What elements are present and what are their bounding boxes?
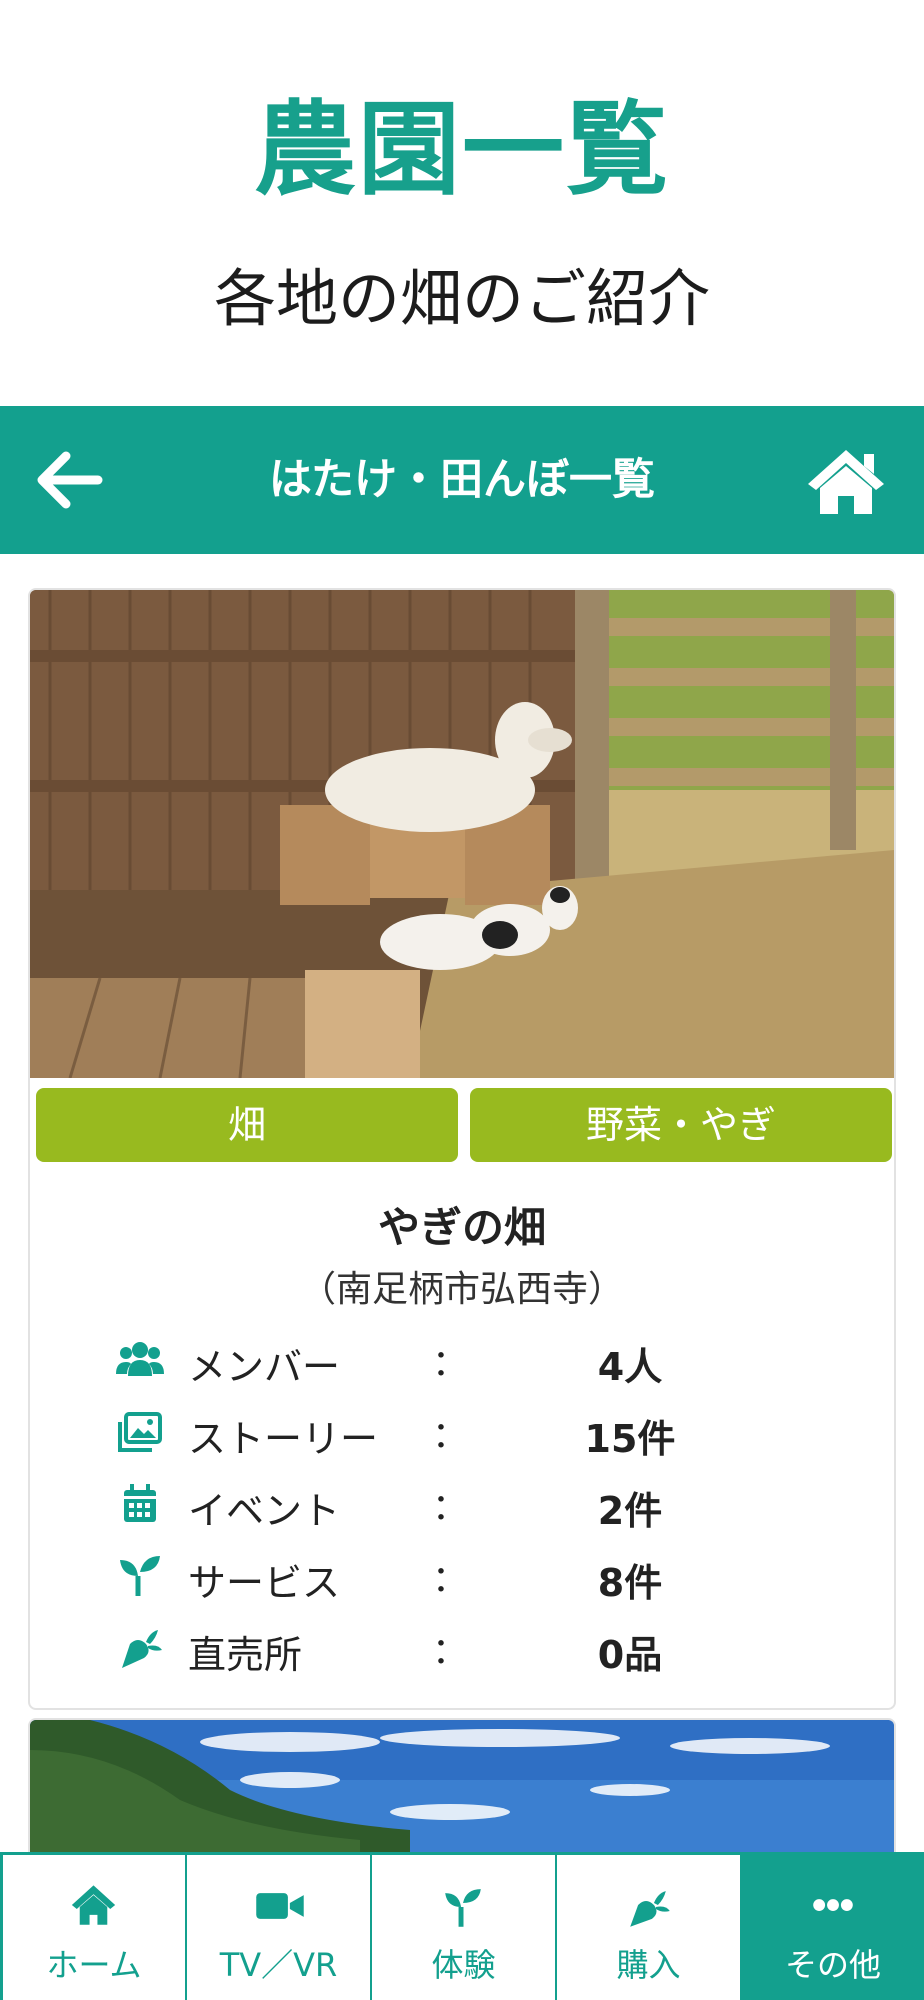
page: 農園一覧 各地の畑のご紹介 はたけ・田んぼ一覧 畑 野菜・やぎ やぎの畑 （南足… — [0, 0, 924, 2000]
stat-label: サービス — [188, 1561, 341, 1605]
stat-value: 15件 — [584, 1417, 676, 1461]
home-icon[interactable] — [806, 446, 886, 516]
stat-separator: ： — [432, 1631, 469, 1672]
stat-separator: ： — [432, 1559, 469, 1600]
stat-row-services: サービス ： 8件 — [30, 1546, 894, 1606]
app-header: はたけ・田んぼ一覧 — [0, 406, 924, 554]
tag-field[interactable]: 畑 — [36, 1088, 458, 1162]
home-icon — [71, 1885, 116, 1925]
video-icon — [256, 1893, 304, 1919]
bottom-nav: ホーム TV／VR 体験 購入 その他 — [0, 1852, 924, 2000]
carrot-icon — [630, 1891, 670, 1927]
farm-location: （南足柄市弘西寺） — [299, 1269, 624, 1310]
nav-label: その他 — [784, 1946, 881, 1984]
stat-value: 8件 — [597, 1561, 663, 1605]
header-title: はたけ・田んぼ一覧 — [268, 455, 656, 505]
nav-label: ホーム — [46, 1946, 142, 1984]
farm-name: やぎの畑 — [377, 1203, 546, 1252]
nav-item-experience[interactable]: 体験 — [370, 1855, 555, 2000]
stat-label: イベント — [188, 1489, 341, 1533]
members-icon — [116, 1342, 164, 1376]
nav-label: TV／VR — [219, 1946, 338, 1984]
tag-category[interactable]: 野菜・やぎ — [470, 1088, 892, 1162]
sprout-icon — [445, 1889, 481, 1927]
hero-section: 農園一覧 各地の畑のご紹介 — [0, 0, 924, 406]
farm-card[interactable]: 畑 野菜・やぎ やぎの畑 （南足柄市弘西寺） メンバー ： 4人 ストーリー ：… — [28, 588, 896, 1710]
stat-label: メンバー — [188, 1345, 341, 1389]
nav-item-tv-vr[interactable]: TV／VR — [185, 1855, 370, 2000]
more-icon — [813, 1899, 853, 1911]
stat-row-events: イベント ： 2件 — [30, 1474, 894, 1534]
stat-separator: ： — [432, 1415, 469, 1456]
nav-item-other[interactable]: その他 — [740, 1855, 924, 2000]
tag-list: 畑 野菜・やぎ — [36, 1088, 892, 1162]
stat-separator: ： — [432, 1343, 469, 1384]
nav-item-home[interactable]: ホーム — [0, 1855, 185, 2000]
stat-row-members: メンバー ： 4人 — [30, 1330, 894, 1390]
carrot-icon — [122, 1630, 162, 1668]
stat-row-stories: ストーリー ： 15件 — [30, 1402, 894, 1462]
stat-separator: ： — [432, 1487, 469, 1528]
nav-label: 体験 — [431, 1946, 496, 1984]
sprout-icon — [120, 1556, 160, 1596]
stat-value: 0品 — [597, 1633, 663, 1677]
page-subtitle: 各地の畑のご紹介 — [213, 262, 710, 335]
nav-item-purchase[interactable]: 購入 — [555, 1855, 740, 2000]
stat-label: ストーリー — [188, 1417, 379, 1461]
stat-row-store: 直売所 ： 0品 — [30, 1618, 894, 1678]
stat-value: 2件 — [597, 1489, 663, 1533]
calendar-icon — [124, 1484, 156, 1522]
story-icon — [118, 1412, 162, 1452]
nav-label: 購入 — [616, 1946, 681, 1984]
page-title: 農園一覧 — [254, 91, 670, 210]
stat-label: 直売所 — [188, 1633, 303, 1677]
stat-value: 4人 — [597, 1345, 663, 1389]
farm-photo — [30, 590, 894, 1078]
